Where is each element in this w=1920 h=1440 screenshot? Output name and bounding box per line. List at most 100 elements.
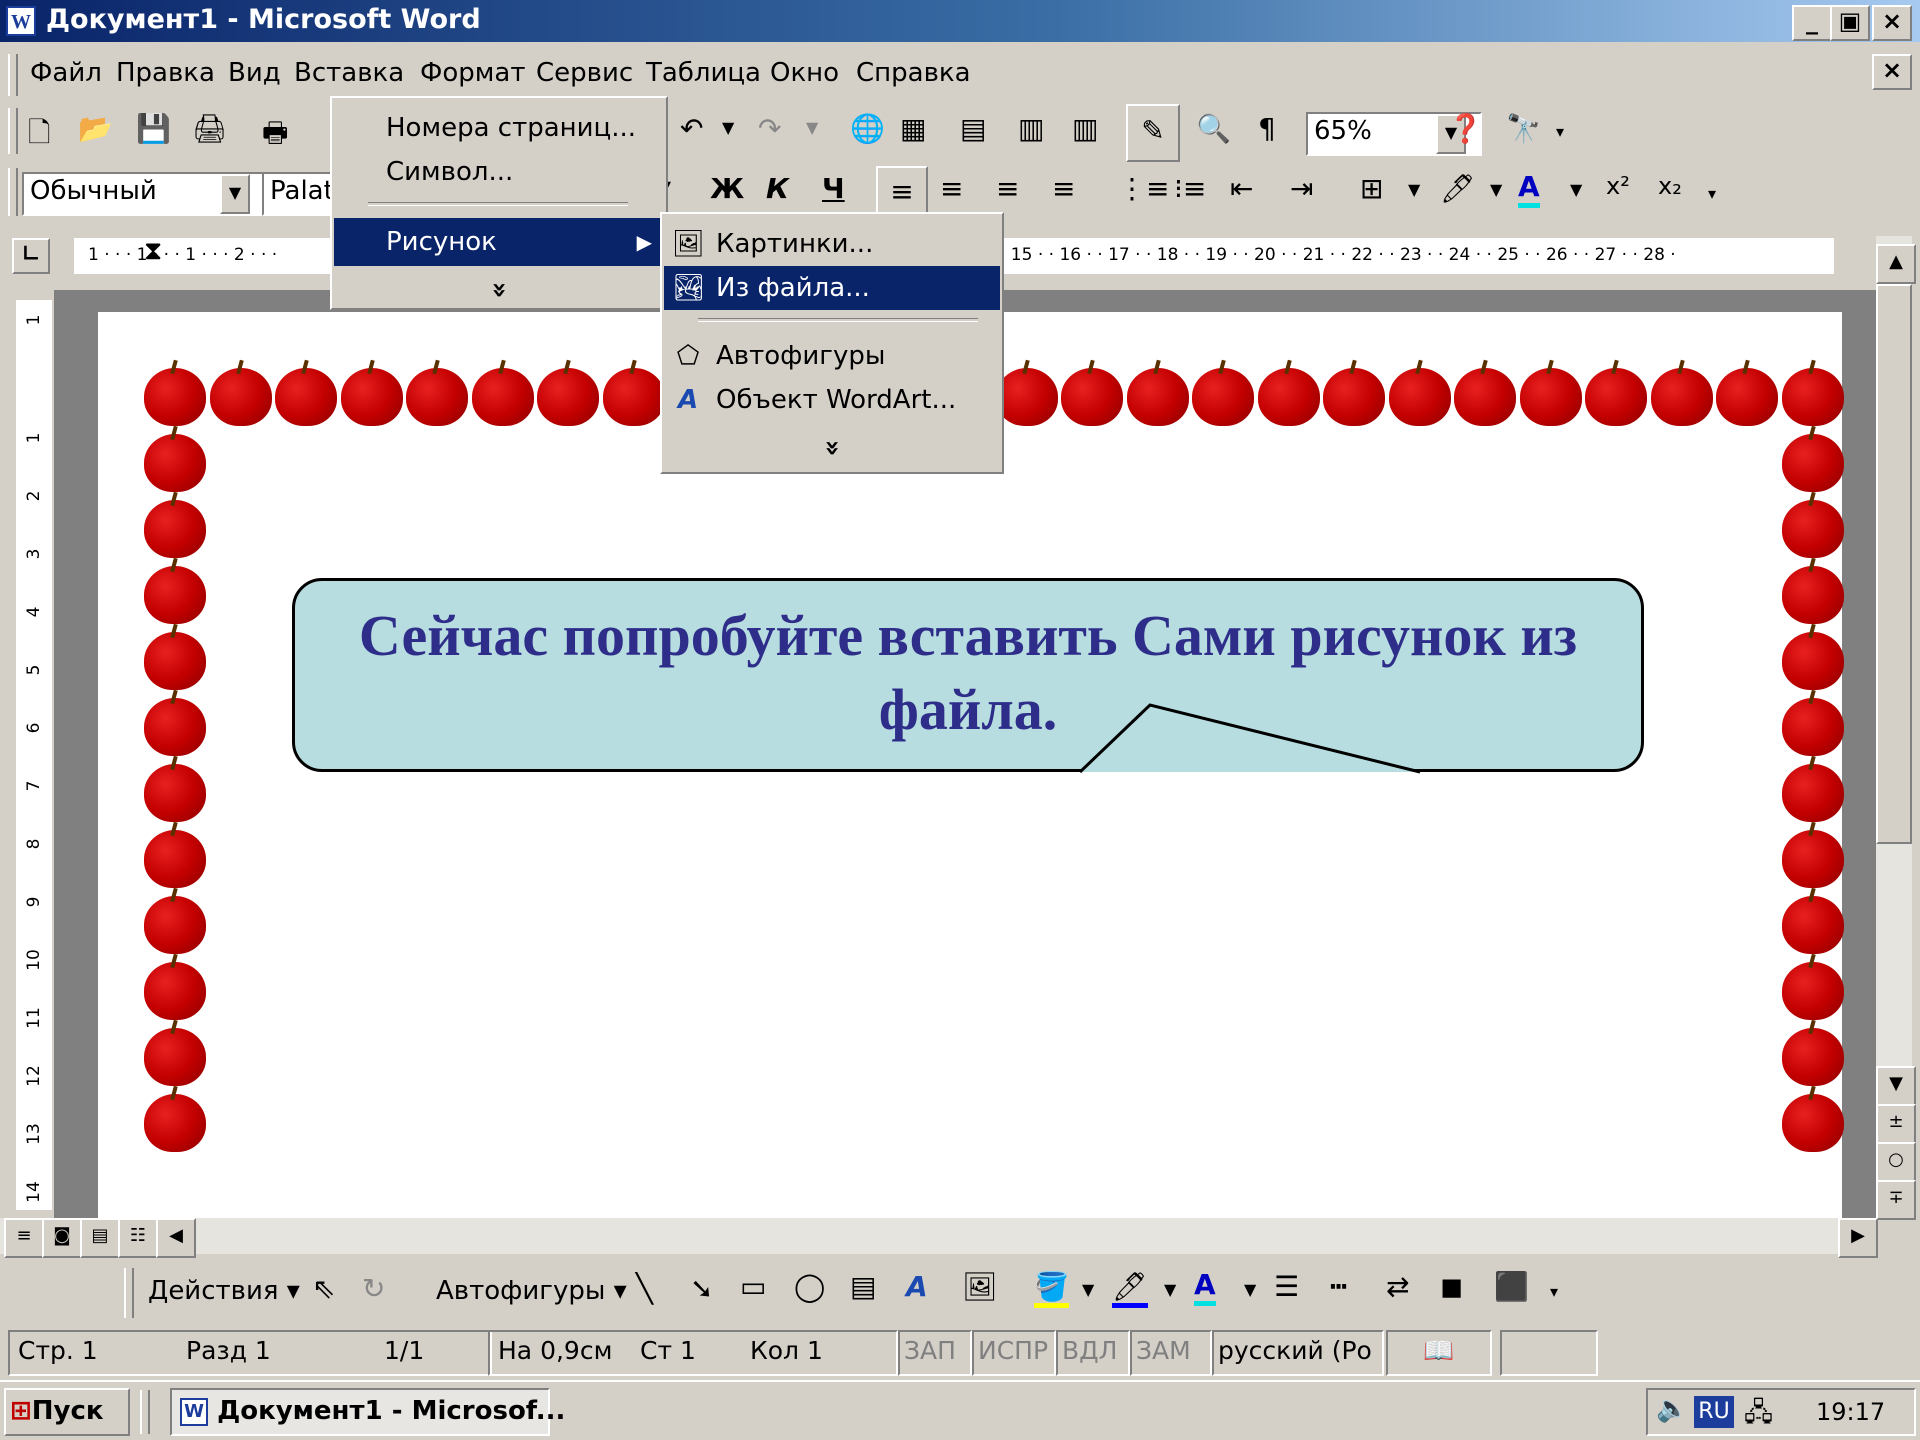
menu-edit[interactable]: Правка bbox=[116, 58, 215, 88]
menu-item-from-file[interactable]: 🏞 Из файла... bbox=[664, 266, 1000, 310]
status-language[interactable]: русский (Ро bbox=[1212, 1330, 1384, 1376]
insert-table-icon[interactable]: ▤ bbox=[960, 112, 986, 145]
toolbar-options-icon[interactable]: ▾ bbox=[1556, 122, 1564, 141]
normal-view-icon[interactable]: ≡ bbox=[4, 1218, 44, 1258]
help-icon[interactable]: ❓ bbox=[1448, 112, 1483, 145]
line-color-icon[interactable]: 🖊 bbox=[1112, 1270, 1148, 1308]
select-objects-icon[interactable]: ⇖ bbox=[312, 1272, 335, 1305]
line-icon[interactable]: ╲ bbox=[636, 1272, 653, 1305]
toolbar-options-icon[interactable]: ▾ bbox=[1550, 1282, 1558, 1301]
status-ovr[interactable]: ЗАМ bbox=[1130, 1330, 1212, 1376]
menu-item-autoshapes[interactable]: ⬠ Автофигуры bbox=[664, 334, 1000, 378]
redo-icon[interactable]: ↷ bbox=[758, 112, 781, 145]
font-color-icon[interactable]: A bbox=[1194, 1268, 1216, 1306]
vertical-scrollbar[interactable]: ▲ ▼ ± ○ ∓ bbox=[1876, 236, 1916, 1220]
decrease-indent-icon[interactable]: ⇤ bbox=[1230, 172, 1253, 205]
indent-marker-icon[interactable]: ⧗ bbox=[144, 238, 162, 268]
undo-icon[interactable]: ↶ bbox=[680, 112, 703, 145]
toolbar-grip[interactable] bbox=[124, 1268, 134, 1318]
document-map-icon[interactable]: 🔍 bbox=[1196, 112, 1231, 145]
menu-item-clipart[interactable]: 🖼 Картинки... bbox=[664, 222, 1000, 266]
menu-insert[interactable]: Вставка bbox=[294, 58, 404, 88]
wordart-icon[interactable]: A bbox=[906, 1270, 928, 1303]
style-combo[interactable]: Обычный ▼ bbox=[22, 172, 264, 216]
borders-icon[interactable]: ⊞ bbox=[1360, 172, 1383, 205]
scroll-thumb[interactable] bbox=[1876, 284, 1912, 844]
clock[interactable]: 19:17 bbox=[1816, 1398, 1885, 1426]
minimize-button[interactable]: _ bbox=[1792, 5, 1832, 41]
drawing-toggle-icon[interactable]: ✎ bbox=[1126, 104, 1180, 162]
find-icon[interactable]: 🔭 bbox=[1506, 112, 1541, 145]
bullets-icon[interactable]: ⁝≡ bbox=[1174, 172, 1206, 205]
menu-expand-icon[interactable]: » bbox=[334, 268, 664, 312]
bold-button[interactable]: Ж bbox=[710, 172, 744, 205]
toolbar-grip[interactable] bbox=[8, 108, 18, 154]
taskbar-task-word[interactable]: W Документ1 - Microsof... bbox=[170, 1388, 565, 1436]
numbering-icon[interactable]: ⋮≡ bbox=[1118, 172, 1169, 205]
open-folder-icon[interactable]: 📂 bbox=[78, 112, 113, 145]
menubar-grip[interactable] bbox=[8, 54, 18, 96]
highlight-icon[interactable]: 🖊 bbox=[1440, 172, 1476, 205]
volume-icon[interactable]: 🔈 bbox=[1656, 1394, 1688, 1424]
scroll-left-icon[interactable]: ◀ bbox=[156, 1218, 196, 1258]
word-icon[interactable]: W bbox=[6, 6, 36, 36]
previous-page-icon[interactable]: ± bbox=[1876, 1104, 1916, 1144]
font-color-dropdown-icon[interactable]: ▼ bbox=[1570, 180, 1582, 199]
oval-icon[interactable]: ◯ bbox=[794, 1270, 825, 1303]
print-layout-icon[interactable]: ▤ bbox=[80, 1218, 120, 1258]
permission-icon[interactable]: 🖨 bbox=[192, 112, 228, 145]
justify-icon[interactable]: ≡ bbox=[1052, 172, 1075, 205]
menu-item-picture[interactable]: Рисунок ▶ bbox=[334, 218, 664, 266]
horizontal-scrollbar[interactable]: ≡ ◙ ▤ ☷ ◀ ▶ bbox=[0, 1218, 1878, 1258]
arrow-icon[interactable]: ➘ bbox=[690, 1272, 713, 1305]
next-page-icon[interactable]: ∓ bbox=[1876, 1180, 1916, 1220]
close-button[interactable]: × bbox=[1872, 5, 1912, 41]
actions-menu[interactable]: Действия ▾ bbox=[148, 1276, 300, 1306]
redo-dropdown-icon[interactable]: ▼ bbox=[806, 118, 818, 137]
autoshapes-menu[interactable]: Автофигуры ▾ bbox=[436, 1276, 627, 1306]
status-ext[interactable]: ВДЛ bbox=[1056, 1330, 1130, 1376]
tables-borders-icon[interactable]: ▦ bbox=[900, 112, 926, 145]
underline-button[interactable]: Ч bbox=[822, 172, 845, 205]
save-icon[interactable]: 💾 bbox=[136, 112, 171, 145]
line-color-dropdown-icon[interactable]: ▼ bbox=[1164, 1280, 1176, 1299]
show-hide-icon[interactable]: ¶ bbox=[1258, 112, 1276, 145]
menu-help[interactable]: Справка bbox=[856, 58, 971, 88]
menu-item-symbol[interactable]: Символ... bbox=[334, 150, 664, 194]
rectangle-icon[interactable]: ▭ bbox=[740, 1270, 766, 1303]
spelling-status-icon[interactable]: 📖 bbox=[1386, 1330, 1492, 1376]
italic-button[interactable]: К bbox=[766, 172, 789, 205]
menu-view[interactable]: Вид bbox=[228, 58, 281, 88]
align-right-icon[interactable]: ≡ bbox=[996, 172, 1019, 205]
columns-icon[interactable]: ▥ bbox=[1072, 112, 1098, 145]
text-box-icon[interactable]: ▤ bbox=[850, 1270, 876, 1303]
fill-dropdown-icon[interactable]: ▼ bbox=[1082, 1280, 1094, 1299]
subscript-icon[interactable]: x₂ bbox=[1658, 172, 1682, 200]
dash-style-icon[interactable]: ┅ bbox=[1330, 1270, 1347, 1303]
menu-file[interactable]: Файл bbox=[30, 58, 102, 88]
clipart-icon[interactable]: 🖼 bbox=[962, 1270, 998, 1303]
highlight-dropdown-icon[interactable]: ▼ bbox=[1490, 180, 1502, 199]
toolbar-grip[interactable] bbox=[8, 168, 18, 216]
borders-dropdown-icon[interactable]: ▼ bbox=[1408, 180, 1420, 199]
insert-excel-icon[interactable]: ▥ bbox=[1018, 112, 1044, 145]
menu-item-wordart[interactable]: A Объект WordArt... bbox=[664, 378, 1000, 422]
menu-format[interactable]: Формат bbox=[420, 58, 526, 88]
shadow-icon[interactable]: ◼ bbox=[1440, 1270, 1463, 1303]
outline-view-icon[interactable]: ☷ bbox=[118, 1218, 158, 1258]
line-style-icon[interactable]: ☰ bbox=[1274, 1270, 1299, 1303]
callout-shape[interactable]: Сейчас попробуйте вставить Сами рисунок … bbox=[292, 578, 1644, 772]
arrow-style-icon[interactable]: ⇄ bbox=[1386, 1270, 1409, 1303]
align-center-icon[interactable]: ≡ bbox=[940, 172, 963, 205]
new-document-icon[interactable]: 🗋 bbox=[28, 112, 51, 160]
doc-close-button[interactable]: × bbox=[1872, 54, 1912, 90]
free-rotate-icon[interactable]: ↻ bbox=[362, 1272, 385, 1305]
font-color-icon[interactable]: A bbox=[1518, 170, 1540, 208]
superscript-icon[interactable]: x² bbox=[1606, 172, 1630, 200]
toolbar-options-icon[interactable]: ▾ bbox=[1708, 184, 1716, 203]
vertical-ruler[interactable]: 1 1 2 3 4 5 6 7 8 9 10 11 12 13 14 bbox=[16, 300, 52, 1210]
style-dropdown-icon[interactable]: ▼ bbox=[220, 174, 250, 214]
fill-color-icon[interactable]: 🪣 bbox=[1034, 1270, 1069, 1308]
scroll-down-icon[interactable]: ▼ bbox=[1876, 1066, 1916, 1106]
undo-dropdown-icon[interactable]: ▼ bbox=[722, 118, 734, 137]
